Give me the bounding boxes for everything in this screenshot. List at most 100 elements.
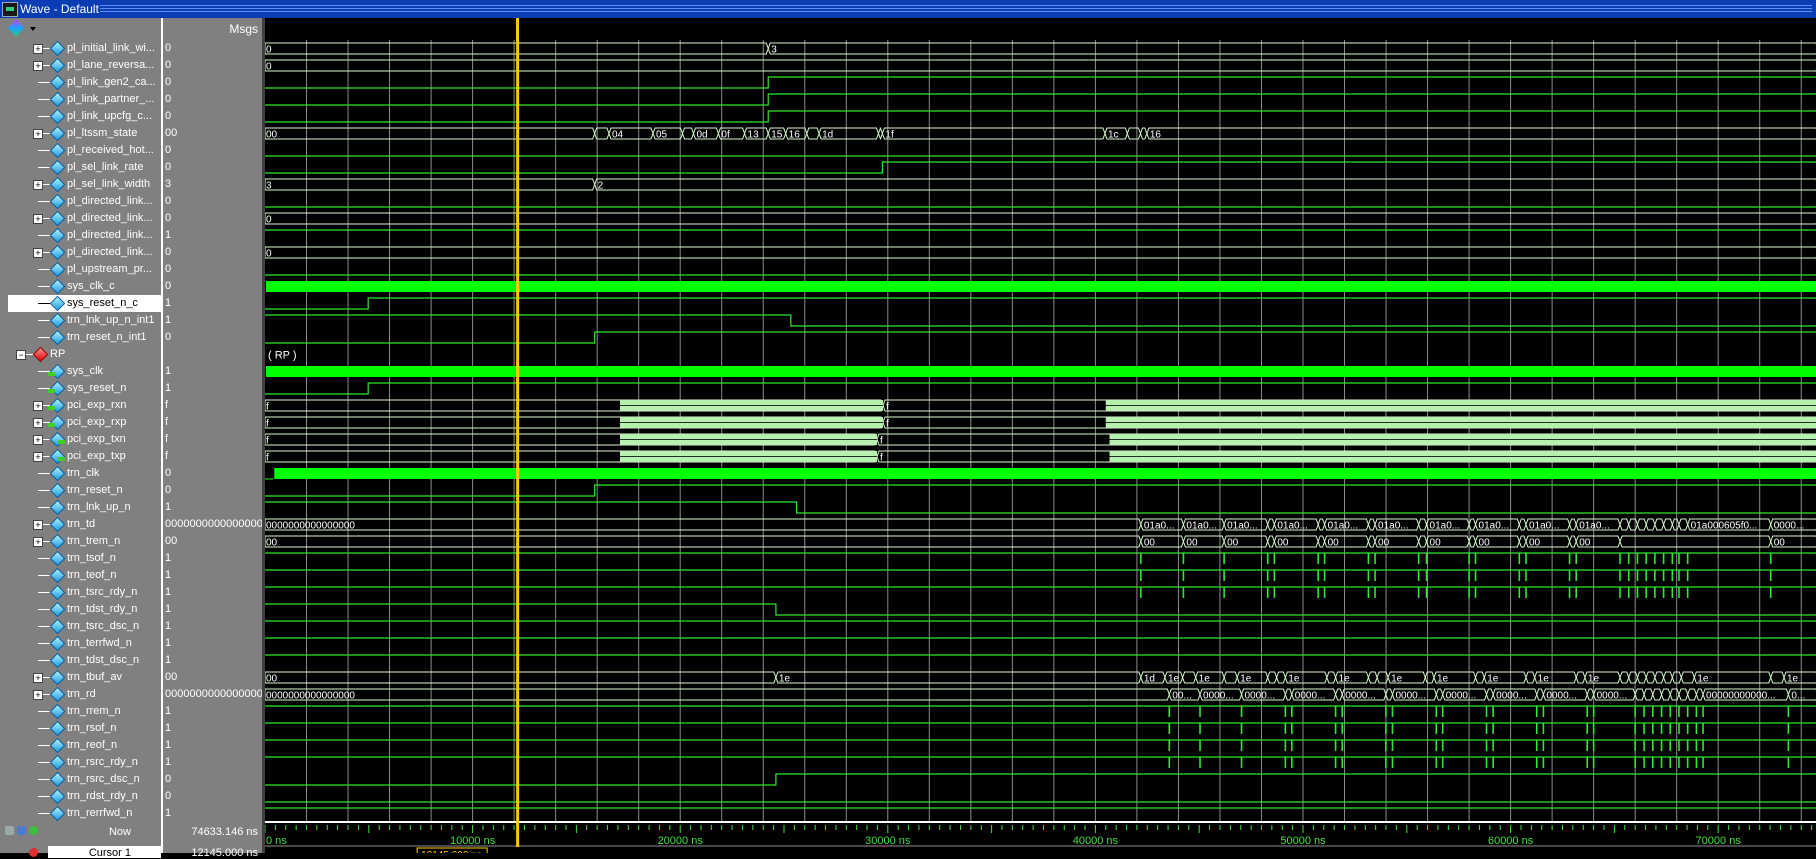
signal-name: trn_td	[67, 518, 96, 530]
bus-value-label: 0000...	[1395, 691, 1426, 702]
signal-icon	[49, 227, 66, 244]
signal-row-trn-tsof-n[interactable]: trn_tsof_n	[0, 550, 161, 567]
signal-name-list[interactable]: + pl_initial_link_wi... + pl_lane_reversa..…	[0, 40, 161, 822]
signal-row-trn-lnk-up-n[interactable]: trn_lnk_up_n	[0, 499, 161, 516]
expand-icon[interactable]: +	[33, 129, 43, 139]
signal-row-trn-lnk-up-n-int1[interactable]: trn_lnk_up_n_int1	[0, 312, 161, 329]
chevron-down-icon[interactable]	[30, 27, 36, 31]
collapse-icon[interactable]: −	[16, 350, 26, 360]
bus-value-label: 00	[266, 130, 278, 141]
signal-row-pl-upstream-pr[interactable]: pl_upstream_pr...	[0, 261, 161, 278]
signal-row-pci-exp-rxp[interactable]: + pci_exp_rxp	[0, 414, 161, 431]
wave-objects-icon[interactable]	[7, 19, 25, 37]
signal-row-pl-link-partner-[interactable]: pl_link_partner_...	[0, 91, 161, 108]
cursor-list-icon[interactable]	[17, 826, 26, 835]
bus-segment	[767, 42, 1816, 55]
signal-row-pci-exp-rxn[interactable]: + pci_exp_rxn	[0, 397, 161, 414]
signal-row-pl-directed-link[interactable]: + pl_directed_link...	[0, 244, 161, 261]
signal-row-trn-rsrc-dsc-n[interactable]: trn_rsrc_dsc_n	[0, 771, 161, 788]
time-axis[interactable]: 0 ns 10000 ns 20000 ns 30000 ns 40000 ns 5000…	[265, 821, 1816, 853]
bus-segment	[1317, 535, 1326, 548]
signal-row-pl-directed-link[interactable]: pl_directed_link...	[0, 227, 161, 244]
signal-row-trn-tdst-dsc-n[interactable]: trn_tdst_dsc_n	[0, 652, 161, 669]
expand-icon[interactable]: +	[33, 44, 43, 54]
wave-window-icon[interactable]	[2, 2, 18, 17]
signal-row-pl-link-gen2-ca[interactable]: pl_link_gen2_ca...	[0, 74, 161, 91]
bus-segment	[1139, 127, 1148, 140]
signal-row-trn-teof-n[interactable]: trn_teof_n	[0, 567, 161, 584]
expand-icon[interactable]: +	[33, 435, 43, 445]
signal-row-pl-received-hot[interactable]: pl_received_hot...	[0, 142, 161, 159]
bus-value-label: 1e	[1437, 674, 1449, 685]
clock-trace	[266, 281, 1816, 292]
signal-icon	[49, 754, 66, 771]
bus-value-label: 16	[1150, 130, 1162, 141]
signal-row-trn-tsrc-dsc-n[interactable]: trn_tsrc_dsc_n	[0, 618, 161, 635]
signal-row-trn-reset-n[interactable]: trn_reset_n	[0, 482, 161, 499]
titlebar-drag-area[interactable]	[100, 4, 1812, 13]
expand-icon[interactable]: +	[33, 248, 43, 258]
waveform-canvas[interactable]: 0 3000 04 05 0d 0f 13 15 16 1d 1f 1c 163 200( RP )f ff…	[265, 40, 1816, 822]
signal-row-pl-directed-link[interactable]: + pl_directed_link...	[0, 210, 161, 227]
cursor-lock-icon[interactable]	[5, 826, 14, 835]
signal-name: trn_reset_n_int1	[67, 331, 147, 343]
cursor-line[interactable]	[516, 40, 520, 822]
expand-icon[interactable]: +	[33, 690, 43, 700]
signal-row-pl-ltssm-state[interactable]: + pl_ltssm_state	[0, 125, 161, 142]
signal-row-pl-directed-link[interactable]: pl_directed_link...	[0, 193, 161, 210]
add-cursor-icon[interactable]	[29, 826, 38, 835]
signal-value: 1	[165, 569, 172, 581]
cursor-1-row[interactable]: Cursor 1	[48, 846, 161, 859]
expand-icon[interactable]: +	[33, 673, 43, 683]
signal-row-trn-td[interactable]: + trn_td	[0, 516, 161, 533]
expand-icon[interactable]: +	[33, 520, 43, 530]
port-out-arrow-icon	[58, 440, 65, 444]
signal-row-trn-rd[interactable]: + trn_rd	[0, 686, 161, 703]
signal-row-pci-exp-txp[interactable]: + pci_exp_txp	[0, 448, 161, 465]
signal-value-list[interactable]: 0 0 0 0 0 00 0 0 3 0 0 1 0 0 0 1 1 0 1 1 f f f f 0 0 1 000000000000…	[163, 40, 262, 822]
expand-icon[interactable]: +	[33, 61, 43, 71]
signal-value: 0	[165, 59, 172, 71]
signal-row-trn-rsrc-rdy-n[interactable]: trn_rsrc_rdy_n	[0, 754, 161, 771]
signal-row-trn-tbuf-av[interactable]: + trn_tbuf_av	[0, 669, 161, 686]
signal-name: pci_exp_txp	[67, 450, 126, 462]
signal-row-sys-clk[interactable]: sys_clk	[0, 363, 161, 380]
signal-row-trn-trem-n[interactable]: + trn_trem_n	[0, 533, 161, 550]
signal-row-trn-tsrc-rdy-n[interactable]: trn_tsrc_rdy_n	[0, 584, 161, 601]
signal-row-pl-sel-link-rate[interactable]: pl_sel_link_rate	[0, 159, 161, 176]
expand-icon[interactable]: +	[33, 452, 43, 462]
signal-row-pl-lane-reversa[interactable]: + pl_lane_reversa...	[0, 57, 161, 74]
signal-row-trn-rdst-rdy-n[interactable]: trn_rdst_rdy_n	[0, 788, 161, 805]
cursor-line-head[interactable]	[516, 18, 520, 40]
column-splitter[interactable]	[161, 18, 163, 853]
signal-row-sys-reset-n[interactable]: sys_reset_n	[0, 380, 161, 397]
signal-name: trn_reset_n	[67, 484, 123, 496]
expand-icon[interactable]: +	[33, 401, 43, 411]
signal-row-trn-rerrfwd-n[interactable]: trn_rerrfwd_n	[0, 805, 161, 822]
expand-icon[interactable]: +	[33, 537, 43, 547]
signal-row-trn-rrem-n[interactable]: trn_rrem_n	[0, 703, 161, 720]
bus-value-label: 00	[1579, 538, 1591, 549]
signal-row-sys-clk-c[interactable]: sys_clk_c	[0, 278, 161, 295]
signal-row-pl-initial-link-wi[interactable]: + pl_initial_link_wi...	[0, 40, 161, 57]
signal-row-sys-reset-n-c[interactable]: sys_reset_n_c	[8, 295, 161, 312]
signal-row-pl-sel-link-width[interactable]: + pl_sel_link_width	[0, 176, 161, 193]
signal-icon	[49, 720, 66, 737]
expand-icon[interactable]: +	[33, 214, 43, 224]
signal-row-trn-rsof-n[interactable]: trn_rsof_n	[0, 720, 161, 737]
bus-value-label: 00...	[1172, 691, 1191, 702]
signal-row-trn-reof-n[interactable]: trn_reof_n	[0, 737, 161, 754]
signal-row-pci-exp-txn[interactable]: + pci_exp_txn	[0, 431, 161, 448]
expand-icon[interactable]: +	[33, 418, 43, 428]
signal-row-trn-terrfwd-n[interactable]: trn_terrfwd_n	[0, 635, 161, 652]
signal-row-pl-link-upcfg-c[interactable]: pl_link_upcfg_c...	[0, 108, 161, 125]
signal-row-trn-reset-n-int1[interactable]: trn_reset_n_int1	[0, 329, 161, 346]
signal-row-trn-tdst-rdy-n[interactable]: trn_tdst_rdy_n	[0, 601, 161, 618]
bus-value-label: 00000000000...	[1706, 691, 1776, 702]
bus-segment	[1569, 535, 1577, 548]
bus-segment	[1660, 688, 1671, 701]
signal-row-RP[interactable]: − RP	[0, 346, 161, 363]
signal-row-trn-clk[interactable]: trn_clk	[0, 465, 161, 482]
bus-segment	[1678, 518, 1689, 531]
expand-icon[interactable]: +	[33, 180, 43, 190]
